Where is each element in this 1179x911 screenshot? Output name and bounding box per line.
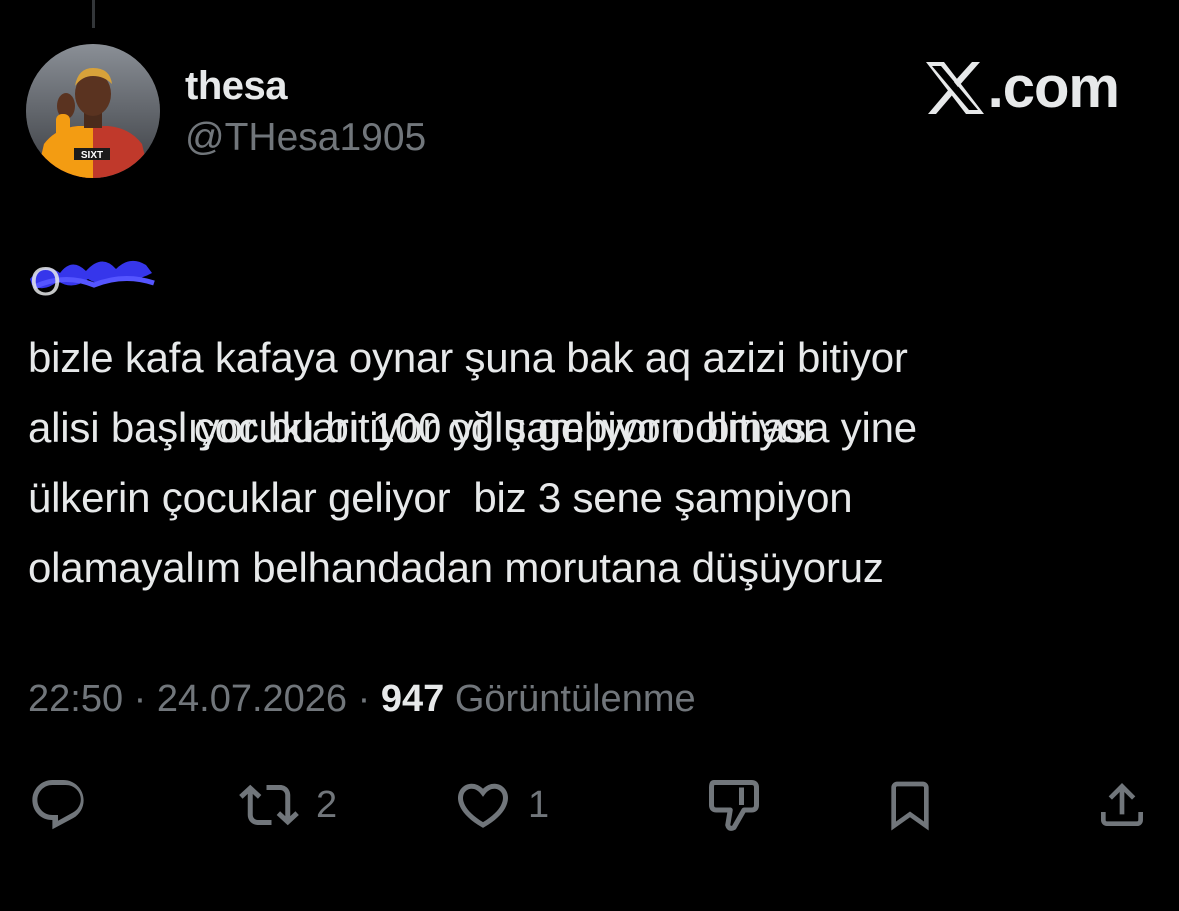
svg-text:O: O [30, 260, 61, 304]
tweet-line-4: ülkerin çocuklar geliyor biz 3 sene şamp… [28, 474, 853, 521]
reply-button[interactable] [28, 770, 102, 840]
bookmark-button[interactable] [882, 770, 938, 840]
views-label: Görüntülenme [454, 678, 696, 720]
share-button[interactable] [1094, 770, 1150, 840]
svg-text:SIXT: SIXT [81, 150, 103, 161]
tweet-text: O çocukları 100 yıl şampiyon olmasa yine… [28, 253, 1148, 603]
redaction-scribble: O [30, 260, 155, 304]
tweet-meta: 22:50 · 24.07.2026 · 947 Görüntülenme [28, 678, 696, 721]
heart-icon [457, 783, 509, 828]
meta-separator: · [347, 678, 381, 720]
tweet-line-2: bizle kafa kafaya oynar şuna bak aq aziz… [28, 334, 908, 381]
action-bar: 2 1 [0, 770, 1179, 840]
thread-connector-line [92, 0, 95, 28]
tweet-line-1: O çocukları 100 yıl şampiyon olmasa yine [28, 253, 1148, 451]
brand-domain-text: .com [987, 55, 1120, 120]
tweet-line-5: olamayalım belhandadan morutana düşüyoru… [28, 544, 884, 591]
repost-button[interactable]: 2 [236, 770, 337, 840]
avatar[interactable]: SIXT [26, 44, 160, 178]
like-count: 1 [528, 783, 550, 826]
tweet-line-text: çocukları 100 yıl şampiyon olmasa yine [193, 404, 917, 451]
reply-icon [32, 780, 84, 830]
tweet-date[interactable]: 24.07.2026 [157, 678, 347, 721]
dislike-icon [709, 780, 759, 831]
dislike-button[interactable] [704, 770, 764, 840]
profile-photo-icon: SIXT [26, 44, 160, 178]
user-handle[interactable]: @THesa1905 [185, 116, 426, 160]
tweet-time[interactable]: 22:50 [28, 678, 123, 721]
x-com-brand: .com [924, 55, 1120, 120]
bookmark-icon [891, 781, 929, 831]
display-name[interactable]: thesa [185, 64, 288, 109]
views-count: 947 [380, 678, 445, 720]
x-logo-icon [925, 62, 984, 114]
share-icon [1101, 783, 1143, 826]
repost-count: 2 [316, 783, 338, 826]
repost-icon [239, 784, 299, 826]
like-button[interactable]: 1 [452, 770, 549, 840]
meta-separator: · [123, 678, 157, 720]
